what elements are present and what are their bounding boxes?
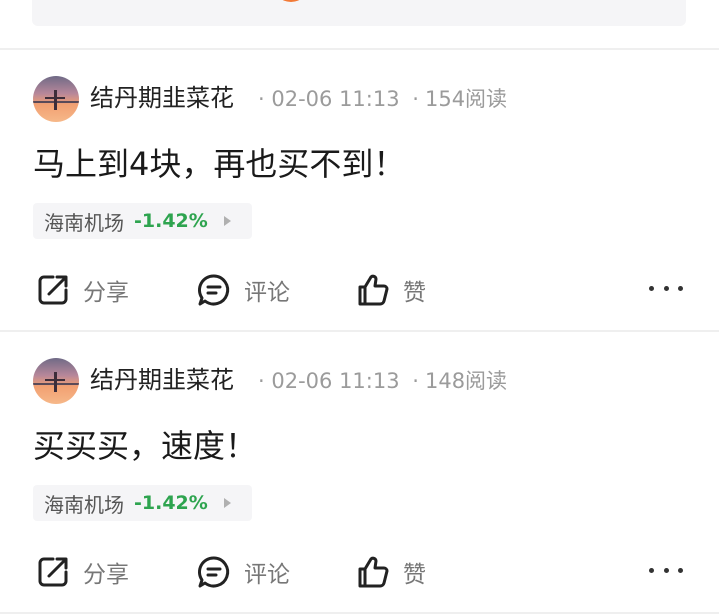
post-meta: · 02-06 11:13 · 154阅读: [258, 85, 507, 113]
share-icon: [38, 275, 68, 305]
avatar[interactable]: [33, 358, 79, 404]
stock-name: 海南机场: [44, 492, 124, 517]
triangle-right-icon: [223, 498, 231, 508]
stock-tag[interactable]: 海南机场 -1.42%: [33, 485, 252, 521]
stock-change: -1.42%: [134, 210, 208, 232]
share-label: 分享: [83, 280, 129, 306]
share-button[interactable]: 分享: [35, 554, 129, 590]
more-icon: [663, 285, 669, 291]
avatar[interactable]: [33, 76, 79, 122]
author-name[interactable]: 结丹期韭菜花: [90, 82, 234, 114]
orange-avatar-peek: [273, 0, 309, 2]
post-time: 02-06 11:13: [271, 369, 400, 393]
meta-separator: ·: [258, 369, 265, 393]
post-meta: · 02-06 11:13 · 148阅读: [258, 367, 507, 395]
meta-separator: ·: [258, 87, 265, 111]
post-content[interactable]: 马上到4块，再也买不到！: [33, 144, 405, 184]
post-time: 02-06 11:13: [271, 87, 400, 111]
share-icon: [38, 557, 68, 587]
like-button[interactable]: 赞: [355, 554, 426, 590]
more-icon: [663, 567, 669, 573]
share-button[interactable]: 分享: [35, 272, 129, 308]
thumbs-up-icon: [358, 274, 389, 306]
author-name[interactable]: 结丹期韭菜花: [90, 364, 234, 396]
post-content[interactable]: 买买买，速度！: [33, 426, 257, 466]
more-icon: [649, 567, 654, 573]
meta-separator: ·: [412, 87, 419, 111]
read-count: 154阅读: [424, 87, 508, 111]
more-button[interactable]: [649, 282, 683, 294]
comment-icon: [198, 556, 230, 588]
comment-label: 评论: [244, 280, 290, 306]
comment-button[interactable]: 评论: [196, 272, 290, 308]
comment-label: 评论: [244, 562, 290, 588]
like-label: 赞: [403, 562, 426, 588]
thumbs-up-icon: [358, 556, 389, 588]
stock-change: -1.42%: [134, 492, 208, 514]
share-label: 分享: [83, 562, 129, 588]
like-button[interactable]: 赞: [355, 272, 426, 308]
meta-separator: ·: [412, 369, 419, 393]
more-button[interactable]: [649, 564, 683, 576]
post-card[interactable]: 结丹期韭菜花 · 02-06 11:13 · 148阅读 买买买，速度！ 海南机场…: [0, 332, 719, 612]
stock-name: 海南机场: [44, 210, 124, 235]
stock-tag[interactable]: 海南机场 -1.42%: [33, 203, 252, 239]
post-divider: [0, 612, 719, 614]
post-card[interactable]: 结丹期韭菜花 · 02-06 11:13 · 154阅读 马上到4块，再也买不到！…: [0, 50, 719, 330]
previous-post-card: [32, 0, 686, 26]
more-icon: [649, 285, 654, 291]
more-icon: [678, 285, 683, 291]
more-icon: [678, 567, 683, 573]
read-count: 148阅读: [424, 369, 508, 393]
comment-button[interactable]: 评论: [196, 554, 290, 590]
triangle-right-icon: [223, 216, 231, 226]
comment-icon: [198, 274, 230, 306]
like-label: 赞: [403, 280, 426, 306]
